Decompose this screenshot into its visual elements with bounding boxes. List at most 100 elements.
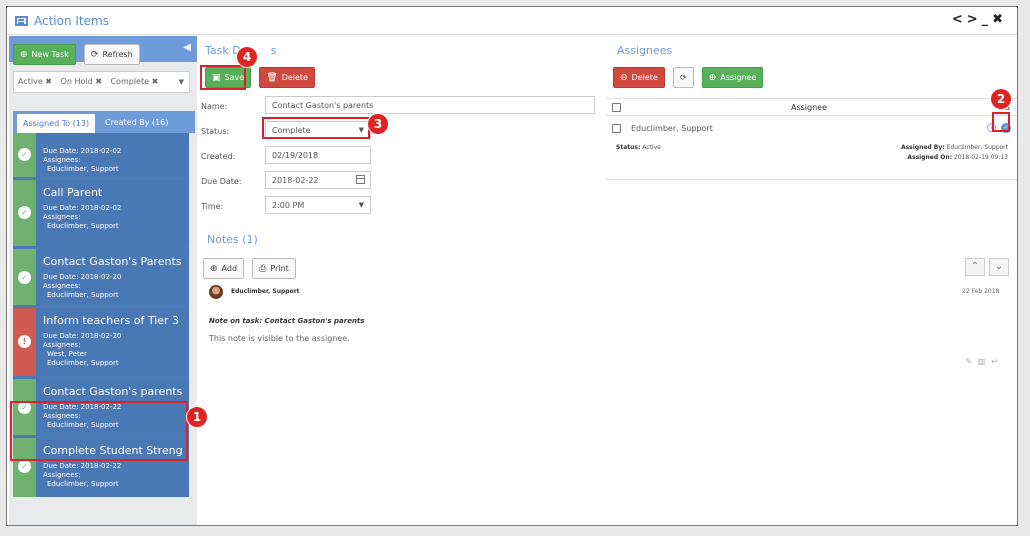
callout-badge-1: 1 [187, 407, 207, 427]
tab-assigned-to[interactable]: Assigned To (13) [17, 114, 96, 133]
assignee-status-label: Status: [616, 144, 641, 151]
time-label: Time: [201, 202, 224, 211]
due-date-input[interactable]: 2018-02-22 [265, 171, 371, 189]
row-checkbox[interactable] [612, 124, 621, 133]
task-assignees-label: Assignees: [43, 471, 81, 479]
trash-icon: 🗑 [266, 72, 278, 83]
plus-circle-icon: ⊕ [708, 72, 717, 83]
title-bar: Action Items <>_✖ [7, 7, 1017, 35]
reply-icon[interactable]: ↩ [991, 357, 1004, 366]
assignee-table-header: Assignee S [606, 98, 1017, 116]
alert-circle-icon: ! [18, 335, 31, 348]
task-item[interactable]: ✓ Due Date: 2018-02-02 Assignees: Educli… [13, 133, 189, 177]
edit-icon[interactable]: ✎ [965, 357, 978, 366]
note-date: 22 Feb 2018 [962, 288, 1000, 295]
add-note-button[interactable]: ⊕ Add [203, 258, 245, 279]
assigned-by-value: Educlimber, Support [946, 144, 1008, 151]
filter-chip-complete[interactable]: Complete ✖ [110, 77, 158, 86]
assignees-title: Assignees [617, 44, 673, 57]
delete-label: Delete [281, 73, 308, 82]
task-status-strip: ✓ [13, 180, 36, 246]
note-actions: ✎▥↩ [965, 357, 1004, 366]
time-select[interactable]: 2:00 PM ▼ [265, 196, 371, 214]
task-title: Contact Gaston's parents [43, 385, 183, 398]
assignee-table: Assignee S Educlimber, Support i ✓ Statu… [606, 98, 1017, 180]
created-field: 02/19/2018 [265, 146, 371, 164]
refresh-icon: ⟳ [90, 49, 99, 60]
task-due-date: Due Date: 2018-02-20 [43, 332, 122, 340]
task-assignee: Educlimber, Support [47, 480, 119, 488]
select-all-checkbox[interactable] [612, 103, 621, 112]
check-circle-icon: ✓ [18, 148, 31, 161]
callout-highlight-status-select [262, 117, 370, 139]
task-assignee: West, Peter [47, 350, 87, 358]
action-items-icon [15, 16, 28, 26]
task-assignees-label: Assignees: [43, 282, 81, 290]
filter-chip-on-hold[interactable]: On Hold ✖ [61, 77, 102, 86]
refresh-label: Refresh [102, 50, 133, 59]
sidebar-tabs: Assigned To (13) Created By (16) [13, 111, 195, 133]
refresh-button[interactable]: ⟳ Refresh [83, 44, 140, 65]
new-task-button[interactable]: ⊕ New Task [13, 44, 76, 65]
note-body: This note is visible to the assignee. [209, 334, 350, 343]
task-item[interactable]: ! Inform teachers of Tier 3 inter Due Da… [13, 308, 189, 376]
status-label: Status: [201, 127, 230, 136]
task-due-date: Due Date: 2018-02-02 [43, 204, 122, 212]
delete-assignee-button[interactable]: ⊖ Delete [613, 67, 665, 88]
assignee-status: Status: Active [616, 144, 661, 151]
task-item[interactable]: ✓ Contact Gaston's Parents Due Date: 201… [13, 249, 189, 305]
refresh-assignees-button[interactable]: ⟳ [672, 67, 694, 88]
avatar [209, 285, 223, 299]
status-filter-select[interactable]: Active ✖ On Hold ✖ Complete ✖ ▼ [13, 71, 190, 93]
print-label: Print [270, 264, 289, 273]
trash-icon[interactable]: ▥ [978, 357, 992, 366]
assignee-column-header: Assignee [791, 103, 828, 112]
task-details-title-start: Task D [205, 44, 241, 57]
add-assignee-label: Assignee [720, 73, 757, 82]
task-due-date: Due Date: 2018-02-22 [43, 462, 122, 470]
printer-icon: ⎙ [259, 263, 267, 274]
assignee-name: Educlimber, Support [631, 124, 713, 133]
assigned-on: Assigned On: 2018-02-19 09:13 [907, 154, 1008, 161]
task-status-strip: ✓ [13, 133, 36, 177]
assignees-toolbar: ⊖ Delete ⟳ ⊕ Assignee [613, 67, 766, 88]
task-status-strip: ✓ [13, 249, 36, 305]
task-assignee: Educlimber, Support [47, 165, 119, 173]
task-assignees-label: Assignees: [43, 156, 81, 164]
chevron-down-icon: ▼ [358, 201, 364, 209]
name-input[interactable]: Contact Gaston's parents [265, 96, 595, 114]
name-label: Name: [201, 102, 228, 111]
plus-circle-icon: ⊕ [210, 263, 218, 274]
note-author: Educlimber, Support [231, 288, 300, 295]
window-title: Action Items [34, 14, 109, 28]
scroll-up-button[interactable]: ⌃ [965, 258, 985, 276]
table-row: Educlimber, Support i ✓ Status: Active A… [606, 116, 1017, 180]
minus-circle-icon: ⊖ [620, 72, 628, 83]
calendar-icon[interactable] [356, 175, 365, 184]
task-assignees-label: Assignees: [43, 213, 81, 221]
delete-task-button[interactable]: 🗑 Delete [259, 67, 315, 88]
filter-chip-active[interactable]: Active ✖ [18, 77, 52, 86]
assignee-status-value: Active [642, 144, 661, 151]
window-controls[interactable]: <>_✖ [952, 12, 1007, 27]
task-item[interactable]: ✓ Call Parent Due Date: 2018-02-02 Assig… [13, 180, 189, 246]
task-status-strip: ! [13, 308, 36, 376]
scroll-down-button[interactable]: ⌄ [989, 258, 1009, 276]
task-details-title-end: s [270, 44, 277, 57]
collapse-left-icon[interactable]: ◀ [183, 42, 191, 53]
task-title: Contact Gaston's Parents [43, 255, 182, 268]
chevron-down-icon: ▼ [178, 78, 184, 86]
task-assignees-label: Assignees: [43, 341, 81, 349]
plus-circle-icon: ⊕ [20, 49, 28, 60]
time-select-value: 2:00 PM [272, 201, 305, 210]
add-assignee-button[interactable]: ⊕ Assignee [701, 67, 764, 88]
callout-badge-4: 4 [237, 47, 257, 67]
print-button[interactable]: ⎙ Print [252, 258, 296, 279]
refresh-icon: ⟳ [679, 73, 687, 82]
callout-highlight-save-button [200, 65, 246, 90]
assigned-on-label: Assigned On: [907, 154, 952, 161]
note-heading: Note on task: Contact Gaston's parents [209, 317, 365, 325]
callout-highlight-assignee-check [992, 112, 1010, 132]
tab-created-by[interactable]: Created By (16) [99, 111, 174, 133]
add-note-label: Add [221, 264, 238, 273]
